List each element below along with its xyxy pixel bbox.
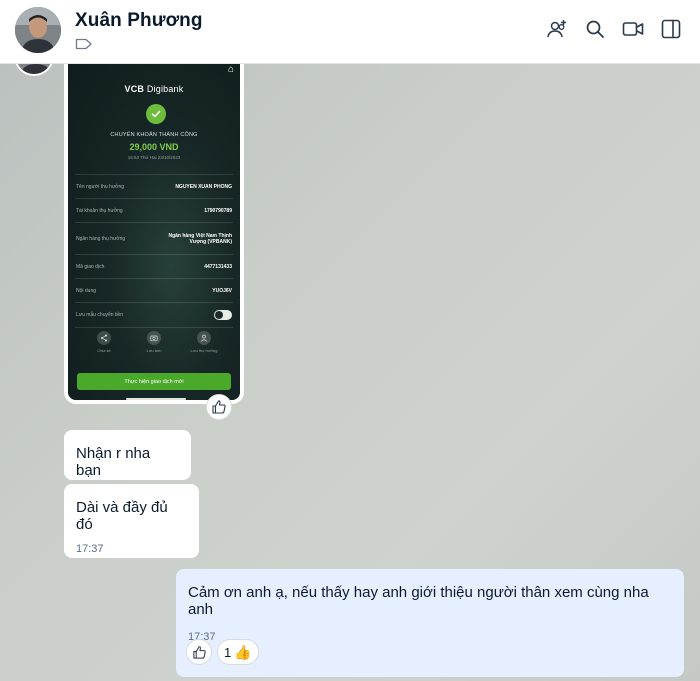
receipt-row: Nội dung YUOJ6V bbox=[75, 278, 233, 302]
contact-name[interactable]: Xuân Phương bbox=[75, 10, 203, 32]
sidebar-toggle-button[interactable] bbox=[660, 18, 682, 40]
transfer-amount: 29,000 VND bbox=[129, 142, 179, 152]
share-icon bbox=[97, 331, 111, 345]
message-timestamp: 17:37 bbox=[76, 543, 104, 555]
reaction-bar: 1 👍 bbox=[186, 639, 259, 665]
save-template-toggle bbox=[214, 310, 232, 320]
outgoing-message[interactable]: Cảm ơn anh ạ, nếu thấy hay anh giới thiệ… bbox=[176, 569, 684, 677]
add-member-icon bbox=[547, 20, 566, 38]
save-image-action: Lưu ảnh bbox=[140, 331, 168, 353]
reaction-count-badge[interactable]: 1 👍 bbox=[217, 639, 259, 665]
receipt-details: Tên người thụ hưởng NGUYEN XUAN PHONG Tài… bbox=[75, 174, 233, 328]
video-call-button[interactable] bbox=[622, 18, 644, 40]
contact-avatar[interactable] bbox=[15, 7, 61, 53]
success-check-icon bbox=[146, 104, 166, 124]
person-icon bbox=[197, 331, 211, 345]
tag-icon[interactable] bbox=[75, 38, 93, 50]
message-text: Nhận r nha bạn bbox=[76, 445, 151, 479]
video-call-icon bbox=[622, 22, 644, 36]
thumbs-up-icon bbox=[212, 400, 226, 414]
message-list: ⌂ VCB Digibank CHUYỂN KHOẢN THÀNH CÔNG 2… bbox=[0, 52, 700, 681]
transfer-datetime: 16:53 Thứ Hai 23/10/2023 bbox=[127, 155, 181, 160]
receipt-row: Tên người thụ hưởng NGUYEN XUAN PHONG bbox=[75, 174, 233, 198]
incoming-message[interactable]: Nhận r nha bạn bbox=[64, 430, 191, 480]
save-beneficiary-action: Lưu thụ hưởng bbox=[190, 331, 218, 353]
search-icon bbox=[586, 20, 604, 38]
new-transaction-button: Thực hiện giao dịch mới bbox=[77, 373, 231, 390]
sidebar-toggle-icon bbox=[661, 19, 681, 39]
camera-icon bbox=[147, 331, 161, 345]
receipt-row: Mã giao dịch 4477131433 bbox=[75, 254, 233, 278]
react-like-button[interactable] bbox=[206, 394, 232, 420]
transfer-status: CHUYỂN KHOẢN THÀNH CÔNG bbox=[110, 132, 198, 138]
incoming-message[interactable]: Dài và đầy đủ đó 17:37 bbox=[64, 484, 199, 558]
message-text: Dài và đầy đủ đó bbox=[76, 499, 168, 533]
share-action: Chia sẻ bbox=[90, 331, 118, 353]
receipt-row: Ngân hàng thụ hưởng Ngân hàng Việt Nam Th… bbox=[75, 222, 233, 254]
message-timestamp: 17:37 bbox=[188, 631, 216, 643]
thumbs-up-emoji-icon: 👍 bbox=[234, 643, 252, 660]
thumbs-up-icon bbox=[192, 645, 206, 659]
search-button[interactable] bbox=[584, 18, 606, 40]
message-text: Cảm ơn anh ạ, nếu thấy hay anh giới thiệ… bbox=[188, 584, 649, 618]
home-icon: ⌂ bbox=[227, 64, 234, 75]
home-indicator bbox=[126, 398, 186, 400]
receipt-row: Tài khoản thụ hưởng 1790790789 bbox=[75, 198, 233, 222]
receipt-row: Lưu mẫu chuyển tiền bbox=[75, 302, 233, 328]
reaction-count: 1 bbox=[224, 644, 232, 660]
bank-logo: VCB Digibank bbox=[124, 84, 184, 94]
image-attachment[interactable]: ⌂ VCB Digibank CHUYỂN KHOẢN THÀNH CÔNG 2… bbox=[64, 64, 244, 404]
chat-header: Xuân Phương bbox=[0, 0, 700, 64]
add-member-button[interactable] bbox=[546, 18, 568, 40]
react-like-button[interactable] bbox=[186, 639, 212, 665]
